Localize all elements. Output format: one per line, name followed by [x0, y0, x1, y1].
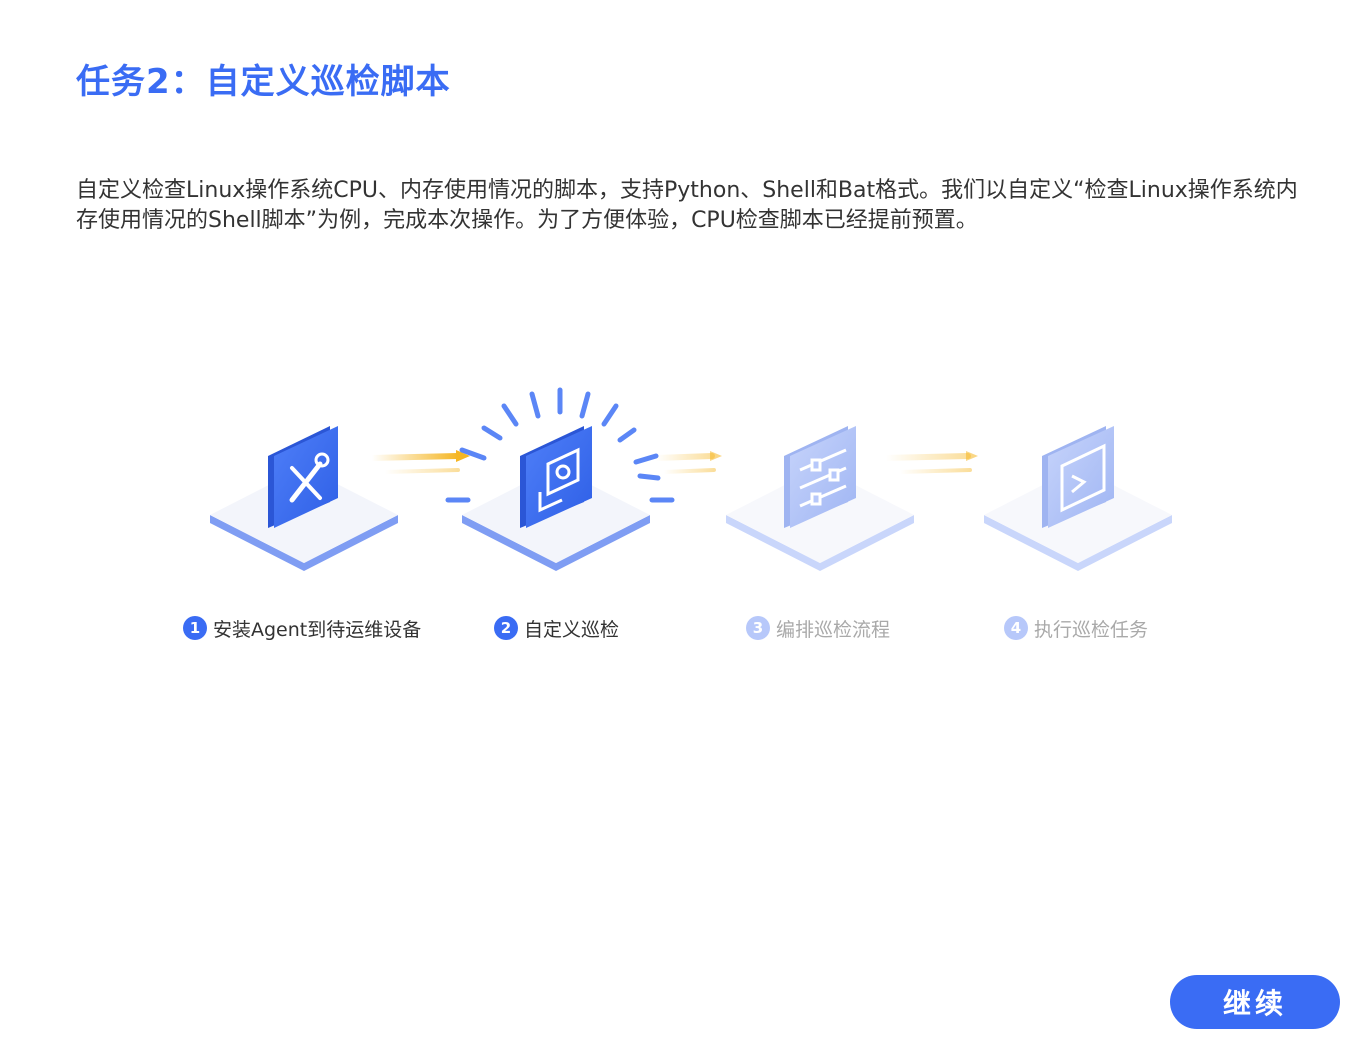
step-3-text: 编排巡检流程 [776, 618, 891, 641]
step-3-label: 3 编排巡检流程 [746, 614, 890, 642]
flow-arrow-1 [369, 450, 470, 474]
step-1-label: 1 安装Agent到待运维设备 [183, 614, 421, 642]
step-4-number-badge: 4 [1004, 616, 1028, 640]
flow-arrow-3 [883, 451, 978, 474]
page-title: 任务2：自定义巡检脚本 [76, 62, 451, 102]
step-4-label: 4 执行巡检任务 [1004, 614, 1148, 642]
task-page: 任务2：自定义巡检脚本 自定义检查Linux操作系统CPU、内存使用情况的脚本，… [0, 0, 1366, 1053]
step-3-number-badge: 3 [746, 616, 770, 640]
step-1-text: 安装Agent到待运维设备 [213, 618, 422, 641]
step-2-text: 自定义巡检 [524, 618, 620, 641]
step-1-number-badge: 1 [183, 616, 207, 640]
flow-arrow-2 [653, 451, 722, 474]
continue-button[interactable]: 继续 [1170, 975, 1340, 1029]
step-flow-illustration [210, 387, 1172, 571]
task-description: 自定义检查Linux操作系统CPU、内存使用情况的脚本，支持Python、She… [76, 178, 1298, 233]
step-2-label: 2 自定义巡检 [494, 614, 619, 642]
step-4-text: 执行巡检任务 [1034, 618, 1149, 641]
step-2-number-badge: 2 [494, 616, 518, 640]
